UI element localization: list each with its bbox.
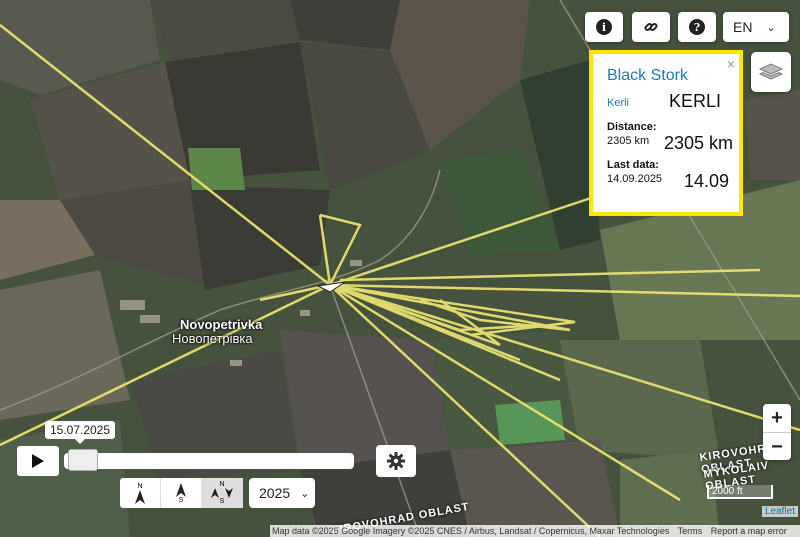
share-link-button[interactable] (632, 12, 670, 42)
north-arrow-icon (135, 489, 145, 504)
info-icon: i (596, 19, 612, 35)
popup-distance: 2305 km (663, 133, 733, 153)
timeline-slider[interactable] (64, 449, 354, 471)
zoom-in-button[interactable]: + (763, 404, 791, 433)
timeline-slider-handle[interactable] (68, 449, 98, 471)
popup-close-button[interactable]: × (727, 56, 735, 72)
popup-bird-name: KERLI (668, 91, 721, 111)
year-value: 2025 (259, 485, 291, 501)
year-select[interactable]: 2025 ⌄ (249, 478, 315, 508)
gear-icon (387, 452, 405, 470)
place-label-local: Новопетрівка (172, 331, 253, 346)
link-icon (644, 22, 658, 32)
both-arrow-option[interactable]: N S (202, 478, 243, 508)
report-map-error-link[interactable]: Report a map error (711, 526, 787, 536)
terms-link[interactable]: Terms (678, 526, 703, 536)
language-value: EN (733, 19, 753, 35)
zoom-out-button[interactable]: − (763, 433, 791, 461)
layers-button[interactable] (751, 52, 791, 92)
north-arrow-option[interactable]: N (120, 478, 161, 508)
place-label-latin: Novopetrivka (180, 317, 263, 332)
popup-lastdata-label: Last data: (607, 159, 659, 171)
bird-info-popup: × Black Stork Kerli KERLI Distance: 2305… (589, 50, 743, 216)
popup-species: Black Stork (607, 67, 688, 84)
popup-distance-small: 2305 km (607, 135, 650, 147)
zoom-control: + − (763, 404, 791, 460)
chevron-down-icon: ⌄ (300, 487, 310, 500)
scale-bar: 2000 ft (707, 485, 773, 499)
language-select[interactable]: EN ⌄ (723, 12, 789, 42)
play-button[interactable] (17, 446, 59, 476)
layers-icon (758, 63, 784, 80)
info-button[interactable]: i (585, 12, 623, 42)
popup-lastdata-small: 14.09.2025 (607, 173, 663, 185)
timeline-date-tooltip: 15.07.2025 (45, 421, 115, 444)
help-icon: ? (689, 19, 705, 35)
chevron-down-icon: ⌄ (766, 21, 776, 34)
help-button[interactable]: ? (678, 12, 716, 42)
popup-bird-name-small: Kerli (607, 97, 630, 109)
north-south-arrow-icon (211, 488, 233, 498)
leaflet-link[interactable]: Leaflet (762, 506, 799, 517)
play-icon (32, 454, 44, 468)
popup-distance-label: Distance: (607, 121, 657, 133)
attribution-text: Map data ©2025 Google Imagery ©2025 CNES… (272, 526, 670, 536)
south-arrow-icon (176, 482, 186, 497)
settings-button[interactable] (376, 445, 416, 477)
north-arrow-toggle: N S N S (120, 478, 243, 508)
popup-lastdata: 14.09 (683, 171, 729, 191)
map-attribution: Map data ©2025 Google Imagery ©2025 CNES… (270, 525, 800, 537)
south-arrow-option[interactable]: S (161, 478, 202, 508)
